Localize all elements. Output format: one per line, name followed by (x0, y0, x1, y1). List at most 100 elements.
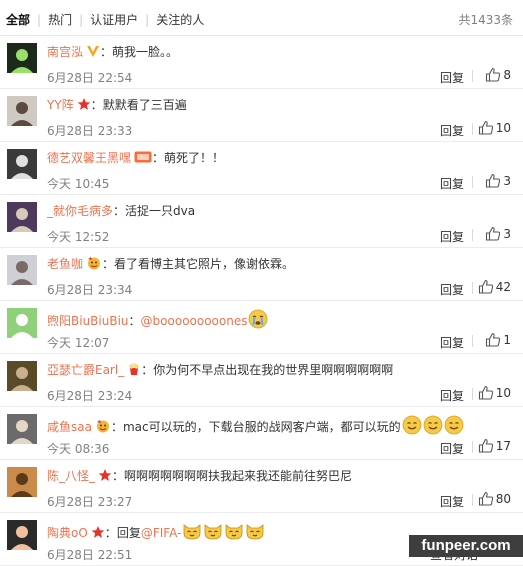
reply-button[interactable]: 回复 (440, 122, 464, 139)
thumbs-up-icon (478, 120, 496, 135)
comment-line: 德艺双馨王黑嘿 ：萌死了！！ (47, 150, 224, 168)
reply-button[interactable]: 回复 (440, 281, 464, 298)
avatar[interactable] (7, 202, 37, 232)
comment-item: 老鱼咖 ：看了看博主其它照片，像谢依霖。 6月28日 23:34 回复 42 (0, 248, 523, 301)
reply-button[interactable]: 回复 (440, 493, 464, 510)
avatar[interactable] (7, 520, 37, 550)
like-button[interactable]: 10 (478, 385, 511, 400)
like-count: 3 (503, 174, 511, 188)
like-button[interactable]: 3 (485, 226, 511, 241)
filter-tab-verified[interactable]: 认证用户 (90, 13, 138, 27)
username-link[interactable]: 南宫泓 (47, 45, 83, 59)
comment-text: mac可以玩的，下载台服的战网客户端，都可以玩的 (122, 420, 401, 434)
reply-button[interactable]: 回复 (440, 175, 464, 192)
filter-divider: | (79, 13, 84, 27)
reply-button[interactable]: 回复 (440, 387, 464, 404)
popcorn-badge-icon (127, 362, 141, 380)
comment-item: 煦阳BiuBiuBiu：@booooooooones 今天 12:07 回复 1 (0, 301, 523, 354)
comment-line: 亞瑟亡爵Earl_ ：你为何不早点出现在我的世界里啊啊啊啊啊啊 (47, 362, 393, 380)
username-link[interactable]: 陈_八怪_ (47, 469, 95, 483)
reply-button[interactable]: 回复 (440, 334, 464, 351)
avatar[interactable] (7, 255, 37, 285)
comment-item: 亞瑟亡爵Earl_ ：你为何不早点出现在我的世界里啊啊啊啊啊啊 6月28日 23:2… (0, 354, 523, 407)
avatar[interactable] (7, 414, 37, 444)
total-comment-count: 共1433条 (458, 13, 513, 27)
comment-text: 啊啊啊啊啊啊啊扶我起来我还能前往努巴尼 (124, 469, 353, 483)
thumbs-up-icon (485, 67, 503, 82)
comment-item: 德艺双馨王黑嘿 ：萌死了！！ 今天 10:45 回复 3 (0, 142, 523, 195)
like-count: 1 (503, 333, 511, 347)
like-button[interactable]: 1 (485, 332, 511, 347)
action-divider (472, 335, 473, 347)
filter-tab-hot[interactable]: 热门 (48, 13, 72, 27)
comment-line: 咸鱼saa ：mac可以玩的，下载台服的战网客户端，都可以玩的 (47, 415, 464, 439)
comment-line: 南宫泓 ：萌我一脸。。 (47, 44, 178, 62)
comment-line: YY阵 ：默默看了三百遍 (47, 97, 187, 115)
cat-face-emoji (224, 521, 244, 545)
thumbs-up-icon (478, 438, 496, 453)
star-badge-icon (98, 468, 112, 486)
like-button[interactable]: 80 (478, 491, 511, 506)
thumbs-up-icon (478, 385, 496, 400)
colon-separator: ： (141, 363, 154, 377)
reply-button[interactable]: 回复 (440, 69, 464, 86)
action-divider (472, 229, 473, 241)
thumbs-up-icon (485, 173, 503, 188)
username-link[interactable]: _就你毛病多 (47, 204, 113, 218)
comment-text: 活捉一只dva (125, 204, 196, 218)
comment-time: 今天 10:45 (47, 177, 110, 191)
avatar[interactable] (7, 96, 37, 126)
comment-text: 回复 (116, 526, 141, 540)
colon-separator: ： (100, 45, 113, 59)
filter-tab-following[interactable]: 关注的人 (156, 13, 204, 27)
comment-time: 今天 08:36 (47, 442, 110, 456)
username-link[interactable]: 煦阳BiuBiuBiu (47, 314, 129, 328)
like-button[interactable]: 42 (478, 279, 511, 294)
username-link[interactable]: 咸鱼saa (47, 420, 92, 434)
face-badge-icon (86, 256, 102, 274)
avatar[interactable] (7, 43, 37, 73)
cat-face-emoji (245, 521, 265, 545)
smile-face-emoji (444, 415, 464, 439)
colon-separator: ： (110, 420, 123, 434)
thumbs-up-icon (478, 491, 496, 506)
username-link[interactable]: 德艺双馨王黑嘿 (47, 151, 131, 165)
comment-line: _就你毛病多：活捉一只dva (47, 203, 195, 219)
comment-line: 陶典oO ：回复@FIFA- (47, 521, 265, 545)
username-link[interactable]: 陶典oO (47, 526, 88, 540)
colon-separator: ： (152, 151, 165, 165)
star-badge-icon (77, 97, 91, 115)
v-badge-icon (86, 44, 100, 62)
comment-text: 萌死了！！ (164, 151, 225, 165)
username-link[interactable]: 老鱼咖 (47, 257, 83, 271)
colon-separator: ： (113, 204, 126, 218)
like-button[interactable]: 17 (478, 438, 511, 453)
like-count: 17 (495, 439, 511, 453)
avatar[interactable] (7, 467, 37, 497)
like-count: 10 (495, 121, 511, 135)
site-watermark: funpeer.com (409, 535, 523, 557)
username-link[interactable]: 亞瑟亡爵Earl_ (47, 363, 124, 377)
like-button[interactable]: 10 (478, 120, 511, 135)
colon-separator: ： (104, 526, 117, 540)
comment-item: YY阵 ：默默看了三百遍 6月28日 23:33 回复 10 (0, 89, 523, 142)
colon-separator: ： (102, 257, 115, 271)
filter-tab-all[interactable]: 全部 (6, 13, 30, 27)
comment-text: 你为何不早点出现在我的世界里啊啊啊啊啊啊 (153, 363, 394, 377)
like-count: 3 (503, 227, 511, 241)
like-count: 10 (495, 386, 511, 400)
like-button[interactable]: 3 (485, 173, 511, 188)
avatar[interactable] (7, 308, 37, 338)
action-divider (472, 123, 473, 135)
username-link[interactable]: YY阵 (47, 98, 74, 112)
comment-line: 陈_八怪_ ：啊啊啊啊啊啊啊扶我起来我还能前往努巴尼 (47, 468, 352, 486)
avatar[interactable] (7, 149, 37, 179)
comment-line: 老鱼咖 ：看了看博主其它照片，像谢依霖。 (47, 256, 294, 274)
avatar[interactable] (7, 361, 37, 391)
mention-link[interactable]: @booooooooones (141, 314, 248, 328)
reply-button[interactable]: 回复 (440, 440, 464, 457)
reply-button[interactable]: 回复 (440, 228, 464, 245)
like-button[interactable]: 8 (485, 67, 511, 82)
smile-face-emoji (423, 415, 443, 439)
mention-link[interactable]: @FIFA- (141, 526, 182, 540)
